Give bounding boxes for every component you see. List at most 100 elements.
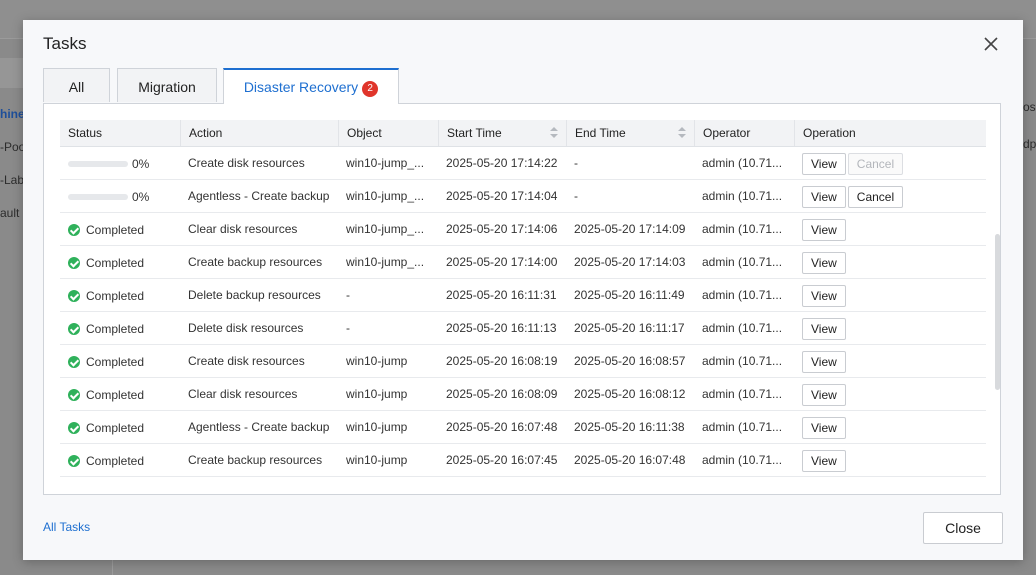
view-button[interactable]: View (802, 317, 846, 340)
end-time-cell: - (574, 156, 578, 170)
view-button[interactable]: View (802, 251, 846, 274)
tab-all[interactable]: All (43, 68, 110, 102)
operator-cell: admin (10.71... (702, 321, 783, 335)
check-circle-icon (68, 256, 80, 269)
check-circle-icon (68, 388, 80, 401)
progress-percent: 0% (132, 156, 150, 171)
operation-cell: View (794, 345, 986, 377)
object-cell: - (346, 288, 350, 302)
operator-cell: admin (10.71... (702, 288, 783, 302)
check-circle-icon (68, 355, 80, 368)
start-time-cell: 2025-05-20 17:14:22 (446, 156, 558, 170)
progress-percent: 0% (132, 189, 150, 204)
view-button[interactable]: View (802, 185, 846, 208)
table-row[interactable]: Completed Delete disk resources - 2025-05-2… (60, 312, 986, 345)
check-circle-icon (68, 322, 80, 335)
end-time-cell: - (574, 189, 578, 203)
action-cell: Agentless - Create backup (188, 420, 330, 434)
operator-cell: admin (10.71... (702, 255, 783, 269)
operator-cell: admin (10.71... (702, 156, 783, 170)
status-label: Completed (86, 255, 145, 270)
status-label: Completed (86, 288, 145, 303)
tasks-panel: Status Action Object Start Time End Time… (43, 103, 1001, 495)
header-label: Status (68, 126, 103, 140)
end-time-cell: 2025-05-20 16:08:57 (574, 354, 686, 368)
view-button[interactable]: View (802, 383, 846, 406)
header-label: Operator (703, 126, 751, 140)
view-button[interactable]: View (802, 350, 846, 373)
tab-label: All (68, 79, 85, 95)
column-header-end-time[interactable]: End Time (566, 120, 694, 146)
all-tasks-link[interactable]: All Tasks (43, 520, 90, 534)
column-header-action: Action (180, 120, 338, 146)
count-badge: 2 (362, 81, 379, 97)
tab-disaster-recovery[interactable]: Disaster Recovery 2 (223, 68, 399, 104)
status-cell: Completed (60, 312, 180, 344)
column-header-object: Object (338, 120, 438, 146)
start-time-cell: 2025-05-20 16:07:48 (446, 420, 558, 434)
table-row[interactable]: Completed Delete backup resources - 2025-05… (60, 279, 986, 312)
start-time-cell: 2025-05-20 17:14:04 (446, 189, 558, 203)
tab-migration[interactable]: Migration (117, 68, 217, 102)
end-time-cell: 2025-05-20 16:11:49 (574, 288, 685, 302)
header-label: End Time (575, 126, 626, 140)
operation-cell: View (794, 279, 986, 311)
table-row[interactable]: Completed Create backup resources win10-ju… (60, 246, 986, 279)
check-circle-icon (68, 289, 80, 302)
start-time-cell: 2025-05-20 16:08:09 (446, 387, 558, 401)
cancel-button: Cancel (847, 152, 904, 175)
table-header: Status Action Object Start Time End Time… (60, 120, 986, 147)
background-sidebar-text: hine (0, 107, 23, 121)
view-button[interactable]: View (802, 152, 846, 175)
table-row[interactable]: 0% Agentless - Create backup win10-jump_..… (60, 180, 986, 213)
operator-cell: admin (10.71... (702, 222, 783, 236)
status-cell: Completed (60, 345, 180, 377)
status-label: Completed (86, 321, 145, 336)
status-cell: Completed (60, 378, 180, 410)
status-label: Completed (86, 420, 145, 435)
column-header-operator: Operator (694, 120, 794, 146)
tasks-dialog: Tasks All Migration Disaster Recovery 2 S… (23, 20, 1023, 560)
table-row[interactable]: 0% Create disk resources win10-jump_... 202… (60, 147, 986, 180)
view-button[interactable]: View (802, 284, 846, 307)
close-icon[interactable] (981, 34, 1001, 54)
operation-cell: View (794, 213, 986, 245)
action-cell: Agentless - Create backup (188, 189, 330, 203)
object-cell: win10-jump_... (346, 189, 425, 203)
table-row[interactable]: Completed Clear disk resources win10-jump_… (60, 213, 986, 246)
start-time-cell: 2025-05-20 17:14:00 (446, 255, 558, 269)
operation-cell: View (794, 312, 986, 344)
status-cell: 0% (60, 147, 180, 179)
column-header-start-time[interactable]: Start Time (438, 120, 566, 146)
start-time-cell: 2025-05-20 16:08:19 (446, 354, 558, 368)
background-sidebar-block (0, 58, 23, 88)
cancel-button[interactable]: Cancel (847, 185, 904, 208)
column-header-operation: Operation (794, 120, 986, 146)
close-button[interactable]: Close (923, 512, 1003, 544)
header-label: Action (189, 126, 223, 140)
start-time-cell: 2025-05-20 17:14:06 (446, 222, 558, 236)
table-row[interactable]: Completed Create backup resources win10-ju… (60, 444, 986, 477)
table-scrollbar[interactable] (995, 234, 1000, 390)
object-cell: win10-jump_... (346, 156, 425, 170)
sort-icon[interactable] (678, 127, 686, 139)
operator-cell: admin (10.71... (702, 387, 783, 401)
operator-cell: admin (10.71... (702, 354, 783, 368)
operation-cell: View (794, 246, 986, 278)
view-button[interactable]: View (802, 449, 846, 472)
end-time-cell: 2025-05-20 17:14:09 (574, 222, 686, 236)
table-row[interactable]: Completed Agentless - Create backup win10-… (60, 411, 986, 444)
action-cell: Delete backup resources (188, 288, 321, 302)
table-row[interactable]: Completed Create disk resources win10-jump… (60, 345, 986, 378)
table-row[interactable]: Completed Clear disk resources win10-jump 2… (60, 378, 986, 411)
check-circle-icon (68, 454, 80, 467)
background-sidebar-text: ault C (0, 206, 23, 220)
view-button[interactable]: View (802, 416, 846, 439)
view-button[interactable]: View (802, 218, 846, 241)
object-cell: win10-jump_... (346, 222, 425, 236)
tab-label: Disaster Recovery (243, 79, 359, 95)
background-sidebar-text: -Poo (0, 140, 23, 154)
sort-icon[interactable] (550, 127, 558, 139)
dialog-title: Tasks (43, 34, 87, 53)
object-cell: win10-jump_... (346, 255, 425, 269)
